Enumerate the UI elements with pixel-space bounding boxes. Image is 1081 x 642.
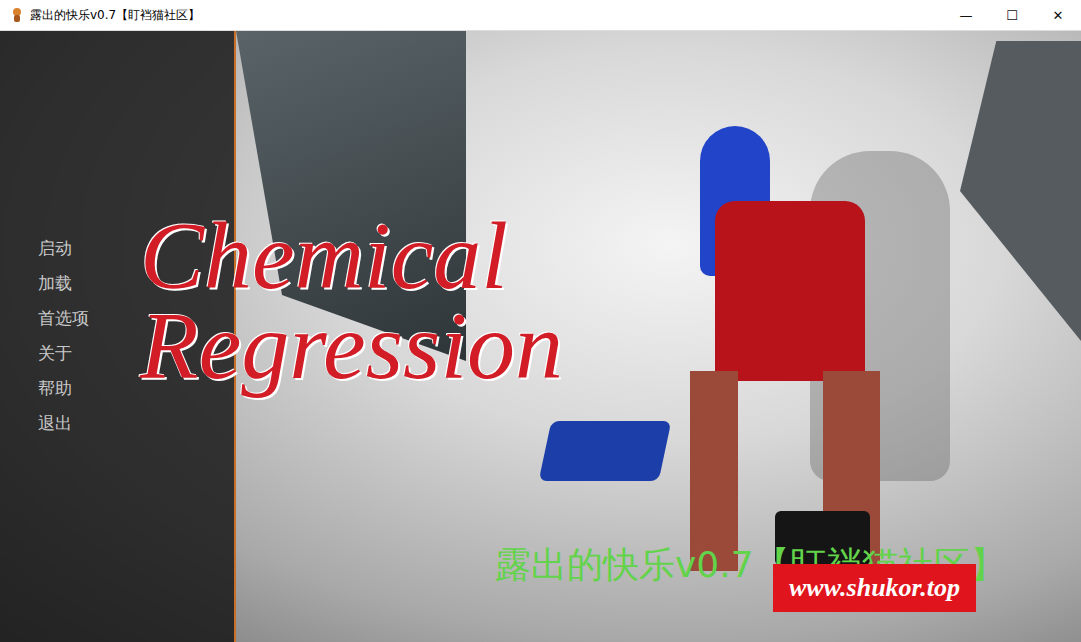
title-screen: 启动加载首选项关于帮助退出Chemical Regression露出的快乐v0.… [0, 31, 1081, 642]
title-bar: 露出的快乐v0.7【盯裆猫社区】 —☐✕ [0, 0, 1081, 31]
app-icon [10, 7, 24, 23]
game-logo: Chemical Regression [140, 211, 700, 391]
menu-item[interactable]: 退出 [38, 412, 234, 435]
game-window: 露出的快乐v0.7【盯裆猫社区】—☐✕启动加载首选项关于帮助退出Chemical… [0, 0, 1081, 642]
watermark: www.shukor.top [773, 564, 976, 612]
window-control[interactable]: ✕ [1035, 0, 1081, 30]
chair [539, 421, 672, 481]
window-control[interactable]: — [943, 0, 989, 30]
window-control[interactable]: ☐ [989, 0, 1035, 30]
window-title: 露出的快乐v0.7【盯裆猫社区】 [30, 7, 200, 24]
character-picture [690, 126, 910, 571]
